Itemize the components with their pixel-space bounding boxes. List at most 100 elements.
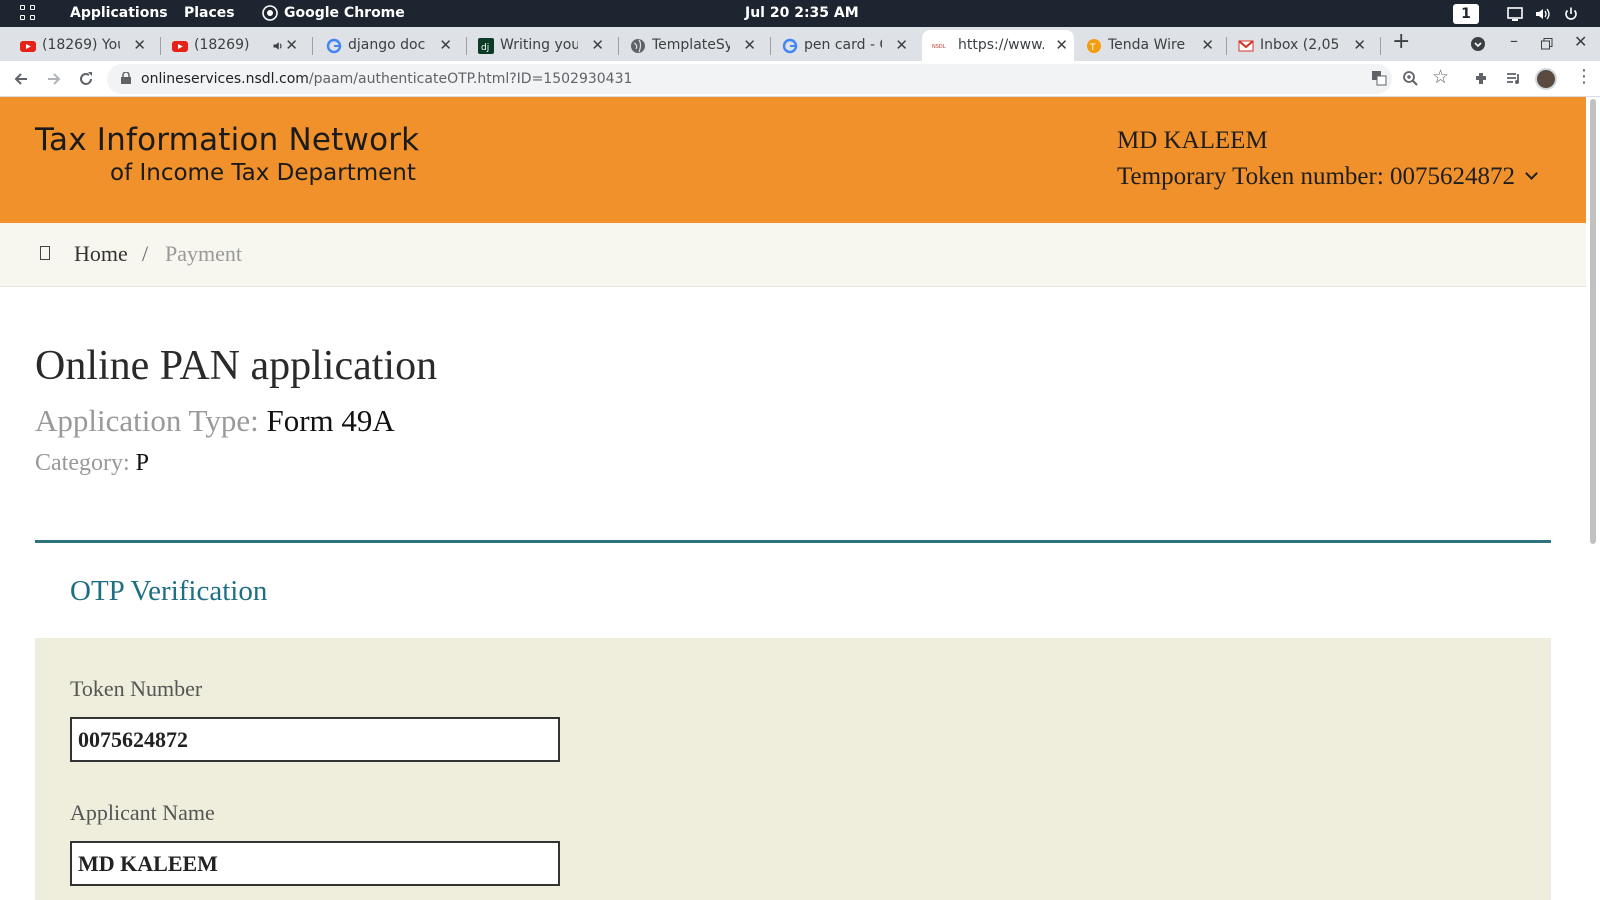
- gmail-icon: [1238, 40, 1254, 52]
- tab-title: Tenda Wirele: [1108, 37, 1186, 53]
- page-title: Online PAN application: [35, 343, 438, 389]
- tab-youtube-2[interactable]: (18269) N ✕: [168, 30, 304, 61]
- window-close-icon[interactable]: ✕: [1574, 32, 1587, 51]
- tab-strip: (18269) YouT ✕ (18269) N ✕ django doc - …: [0, 27, 1600, 61]
- youtube-icon: [172, 41, 188, 52]
- minimize-icon[interactable]: –: [1510, 31, 1518, 50]
- applicant-name-label: Applicant Name: [70, 800, 215, 825]
- chevron-down-icon[interactable]: [1525, 167, 1538, 180]
- tab-django-doc[interactable]: django doc - ✕: [322, 30, 458, 61]
- chrome-icon: [262, 5, 278, 21]
- tab-close-icon[interactable]: ✕: [439, 36, 452, 54]
- user-name: MD KALEEM: [1117, 127, 1268, 154]
- tab-gmail[interactable]: Inbox (2,054) ✕: [1234, 30, 1372, 61]
- tab-separator: [1226, 37, 1227, 55]
- svg-text:T: T: [1089, 43, 1096, 53]
- tab-separator: [312, 37, 313, 55]
- bookmark-star-icon[interactable]: ☆: [1432, 66, 1449, 88]
- globe-icon: [631, 39, 645, 53]
- user-menu[interactable]: MD KALEEM Temporary Token number: 007562…: [1117, 127, 1538, 191]
- tab-close-icon[interactable]: ✕: [1201, 36, 1214, 54]
- page-scrollbar[interactable]: [1586, 97, 1600, 900]
- tab-close-icon[interactable]: ✕: [133, 36, 146, 54]
- token-number-field[interactable]: 0075624872: [70, 717, 560, 762]
- apps-grid-icon[interactable]: [20, 5, 38, 23]
- breadcrumb-current: Payment: [165, 241, 242, 266]
- tab-close-icon[interactable]: ✕: [591, 36, 604, 54]
- tab-nsdl-active[interactable]: NSDL https://www. ✕: [922, 30, 1074, 61]
- forward-icon[interactable]: [45, 70, 63, 88]
- restore-icon[interactable]: [1541, 38, 1553, 50]
- site-header: Tax Information Network of Income Tax De…: [0, 97, 1586, 223]
- breadcrumb-separator: /: [142, 241, 149, 266]
- svg-text:NSDL: NSDL: [932, 44, 946, 50]
- tab-writing-your[interactable]: dj Writing your ✕: [474, 30, 610, 61]
- volume-icon[interactable]: [1534, 6, 1550, 22]
- tin-logo[interactable]: Tax Information Network of Income Tax De…: [35, 122, 419, 186]
- system-top-bar: Applications Places Google Chrome Jul 20…: [0, 0, 1600, 27]
- django-icon: dj: [478, 38, 494, 54]
- breadcrumb-home-link[interactable]: Home: [74, 241, 128, 267]
- media-queue-icon[interactable]: [1505, 70, 1522, 87]
- back-icon[interactable]: [12, 70, 30, 88]
- tab-title: Inbox (2,054): [1260, 37, 1338, 53]
- tab-title: pen card - Go: [804, 37, 882, 53]
- youtube-icon: [20, 41, 36, 52]
- applications-menu[interactable]: Applications: [70, 5, 168, 21]
- clock[interactable]: Jul 20 2:35 AM: [745, 5, 859, 21]
- tab-separator: [618, 37, 619, 55]
- reload-icon[interactable]: [77, 70, 95, 88]
- category-label: Category:: [35, 450, 130, 476]
- address-bar[interactable]: onlineservices.nsdl.com/paam/authenticat…: [107, 64, 1392, 94]
- new-tab-button[interactable]: +: [1392, 29, 1410, 54]
- otp-section-title: OTP Verification: [70, 575, 268, 607]
- tenda-icon: T: [1087, 39, 1101, 53]
- extensions-icon[interactable]: [1473, 70, 1490, 87]
- screen-icon[interactable]: [1507, 6, 1523, 22]
- tab-separator: [1380, 37, 1381, 55]
- tab-youtube-1[interactable]: (18269) YouT ✕: [16, 30, 152, 61]
- zoom-icon[interactable]: [1402, 70, 1419, 87]
- nsdl-icon: NSDL: [932, 44, 946, 50]
- logo-line2: of Income Tax Department: [110, 160, 416, 186]
- breadcrumb: Home / Payment: [0, 223, 1586, 287]
- tab-close-icon[interactable]: ✕: [895, 36, 908, 54]
- url-path: /paam/authenticateOTP.html?ID=1502930431: [308, 71, 633, 87]
- application-type-label: Application Type:: [35, 403, 259, 438]
- tab-audio-icon[interactable]: [272, 40, 284, 52]
- translate-icon[interactable]: [1371, 70, 1387, 86]
- token-text: Temporary Token number: 0075624872: [1117, 163, 1516, 190]
- tab-close-icon[interactable]: ✕: [285, 36, 298, 54]
- tab-separator: [770, 37, 771, 55]
- token-dropdown[interactable]: Temporary Token number: 0075624872: [1117, 163, 1538, 191]
- places-menu[interactable]: Places: [184, 5, 235, 21]
- tab-close-icon[interactable]: ✕: [1055, 36, 1068, 54]
- active-app-menu[interactable]: Google Chrome: [284, 5, 405, 21]
- scrollbar-thumb[interactable]: [1590, 99, 1596, 544]
- tab-separator: [160, 37, 161, 55]
- lock-icon[interactable]: [121, 72, 131, 84]
- profile-avatar[interactable]: [1535, 68, 1557, 90]
- tab-pen-card[interactable]: pen card - Go ✕: [778, 30, 914, 61]
- tab-title: (18269) YouT: [42, 37, 120, 53]
- svg-text:dj: dj: [481, 43, 489, 53]
- tab-close-icon[interactable]: ✕: [743, 36, 756, 54]
- tab-title: TemplateSyn: [652, 37, 730, 53]
- applicant-name-field[interactable]: MD KALEEM: [70, 841, 560, 886]
- chrome-menu-icon[interactable]: ⋮: [1575, 66, 1593, 87]
- token-number-label: Token Number: [70, 676, 203, 701]
- tab-search-icon[interactable]: [1470, 36, 1486, 52]
- url-host: onlineservices.nsdl.com: [141, 71, 309, 87]
- home-icon[interactable]: [40, 246, 50, 260]
- url-text[interactable]: onlineservices.nsdl.com/paam/authenticat…: [141, 71, 632, 87]
- otp-form-panel: Token Number 0075624872 Applicant Name M…: [35, 638, 1551, 900]
- tab-title: (18269) N: [194, 37, 254, 53]
- tab-tenda[interactable]: T Tenda Wirele ✕: [1082, 30, 1220, 61]
- tab-templatesyntax[interactable]: TemplateSyn ✕: [626, 30, 762, 61]
- category-value: P: [135, 450, 149, 476]
- tab-separator: [466, 37, 467, 55]
- toolbar: onlineservices.nsdl.com/paam/authenticat…: [0, 61, 1600, 97]
- workspace-indicator[interactable]: 1: [1453, 4, 1479, 24]
- tab-close-icon[interactable]: ✕: [1353, 36, 1366, 54]
- power-icon[interactable]: [1563, 6, 1579, 22]
